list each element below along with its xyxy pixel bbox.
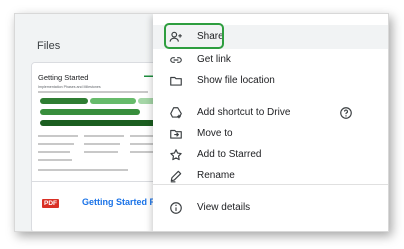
help-icon[interactable]: [339, 106, 353, 120]
menu-item-label: Move to: [197, 128, 233, 139]
pdf-icon: PDF: [42, 199, 59, 208]
thumbnail-progress-bar: [40, 120, 166, 126]
thumbnail-progress-bar: [90, 98, 136, 104]
menu-item-label: Rename: [197, 170, 235, 181]
thumbnail-text-line: [84, 151, 118, 153]
drive-shortcut-icon: [170, 107, 182, 119]
menu-item-add-shortcut[interactable]: Add shortcut to Drive: [153, 103, 388, 123]
folder-icon: [170, 76, 182, 86]
thumbnail-text-line: [38, 135, 78, 137]
star-icon: [170, 149, 182, 161]
menu-item-label: Add to Starred: [197, 149, 262, 160]
menu-item-move-to[interactable]: Move to: [153, 124, 388, 144]
thumbnail-text-line: [38, 91, 148, 93]
menu-item-label: Show file location: [197, 75, 275, 86]
files-panel: Files Getting Started ▬▬▬ Implementation…: [15, 14, 179, 231]
thumbnail-text-line: [38, 169, 128, 171]
menu-item-label: View details: [197, 202, 251, 213]
info-icon: [170, 202, 182, 214]
thumbnail-doc-title: Getting Started: [38, 73, 89, 82]
thumbnail-text-line: [38, 151, 70, 153]
link-icon: [170, 57, 182, 63]
thumbnail-doc-subtitle: Implementation Phases and Milestones: [38, 85, 101, 89]
context-menu: Share Get link Show file location Add sh…: [153, 14, 388, 231]
menu-item-get-link[interactable]: Get link: [153, 50, 388, 70]
menu-item-show-file-location[interactable]: Show file location: [153, 71, 388, 91]
thumbnail-progress-bar: [40, 109, 140, 115]
drive-screenshot: Files Getting Started ▬▬▬ Implementation…: [14, 13, 389, 232]
menu-item-add-to-starred[interactable]: Add to Starred: [153, 145, 388, 165]
pencil-icon: [170, 170, 182, 183]
thumbnail-text-line: [84, 143, 120, 145]
files-heading: Files: [37, 40, 61, 52]
share-highlight-box: [164, 23, 224, 49]
thumbnail-text-line: [38, 159, 72, 161]
move-to-icon: [170, 129, 182, 139]
menu-item-rename[interactable]: Rename: [153, 166, 388, 186]
thumbnail-text-line: [38, 143, 74, 145]
menu-item-label: Add shortcut to Drive: [197, 107, 291, 118]
thumbnail-text-line: [84, 135, 124, 137]
menu-divider: [153, 184, 388, 185]
menu-item-view-details[interactable]: View details: [153, 198, 388, 218]
menu-item-label: Get link: [197, 54, 231, 65]
thumbnail-progress-bar: [40, 98, 88, 104]
